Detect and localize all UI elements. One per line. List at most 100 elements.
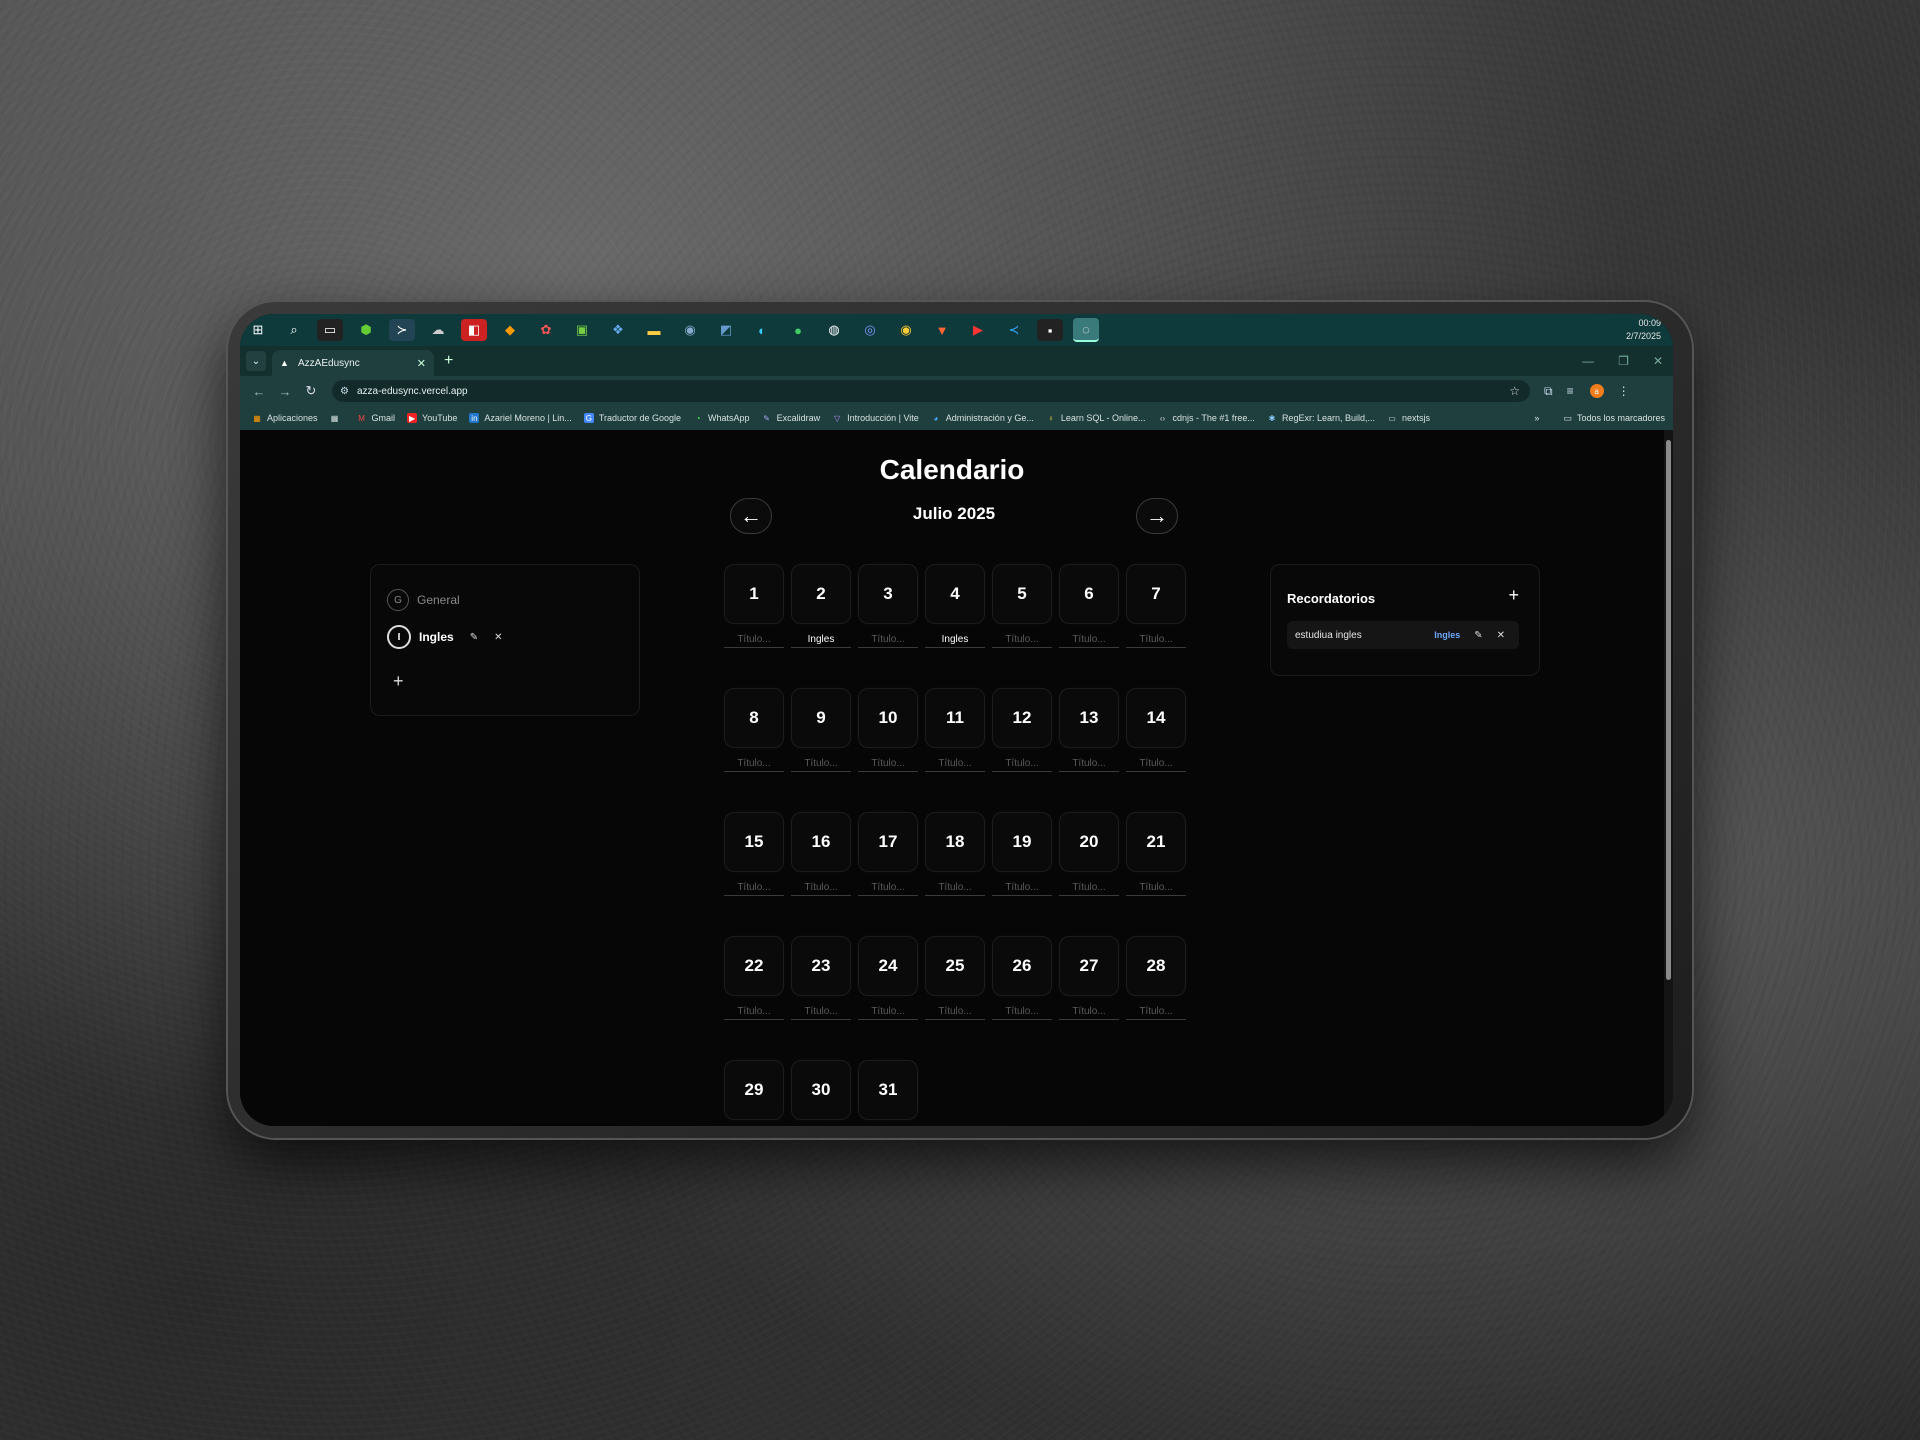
day-title-input[interactable]: Título... xyxy=(791,882,851,896)
tab-close-icon[interactable]: ✕ xyxy=(417,357,426,370)
day-number[interactable]: 14 xyxy=(1126,688,1186,748)
day-number[interactable]: 15 xyxy=(724,812,784,872)
taskbar-clock[interactable]: 00:09 2/7/2025 xyxy=(1626,317,1661,343)
bookmark-admin[interactable]: ◕ Administración y Ge... xyxy=(931,413,1033,423)
notion-icon[interactable]: ▪ xyxy=(1037,319,1063,341)
category-general[interactable]: G General xyxy=(387,589,460,611)
day-number[interactable]: 25 xyxy=(925,936,985,996)
bookmark-nextsjs[interactable]: ▭ nextsjs xyxy=(1387,413,1430,423)
youtube-icon[interactable]: ▶ xyxy=(965,319,991,341)
day-number[interactable]: 11 xyxy=(925,688,985,748)
day-title-input[interactable]: Título... xyxy=(1059,634,1119,648)
add-category-button[interactable]: + xyxy=(393,671,404,692)
day-number[interactable]: 7 xyxy=(1126,564,1186,624)
day-title-input[interactable]: Título... xyxy=(1126,882,1186,896)
day-number[interactable]: 2 xyxy=(791,564,851,624)
postgres-icon[interactable]: ◉ xyxy=(677,319,703,341)
day-title-input[interactable]: Título... xyxy=(1059,1006,1119,1020)
menu-icon[interactable]: ⋮ xyxy=(1618,384,1630,398)
git-icon[interactable]: ◆ xyxy=(497,319,523,341)
day-number[interactable]: 22 xyxy=(724,936,784,996)
app-red-icon[interactable]: ◧ xyxy=(461,319,487,341)
reload-icon[interactable]: ↻ xyxy=(304,383,318,399)
edit-reminder-icon[interactable]: ✎ xyxy=(1474,630,1482,641)
next-month-button[interactable]: → xyxy=(1136,498,1178,534)
day-title-input[interactable]: Título... xyxy=(992,1006,1052,1020)
day-number[interactable]: 1 xyxy=(724,564,784,624)
forward-icon[interactable]: → xyxy=(278,384,292,399)
bookmark-star-icon[interactable]: ☆ xyxy=(1509,384,1520,398)
day-title-input[interactable]: Título... xyxy=(925,758,985,772)
day-number[interactable]: 6 xyxy=(1059,564,1119,624)
mongodb-icon[interactable]: ● xyxy=(785,319,811,341)
vscode-icon[interactable]: ≺ xyxy=(1001,319,1027,341)
day-title-input[interactable]: Título... xyxy=(992,758,1052,772)
day-number[interactable]: 24 xyxy=(858,936,918,996)
day-title-input[interactable]: Título... xyxy=(724,1006,784,1020)
restore-icon[interactable]: ❐ xyxy=(1618,354,1629,368)
browser-tab[interactable]: ▲ AzzAEdusync ✕ xyxy=(272,350,434,376)
day-number[interactable]: 4 xyxy=(925,564,985,624)
bookmark-vite[interactable]: ▽ Introducción | Vite xyxy=(832,413,919,423)
bookmark-whatsapp[interactable]: ◔ WhatsApp xyxy=(693,413,750,423)
bookmark-tab-groups[interactable]: ▦ xyxy=(330,413,345,423)
day-number[interactable]: 20 xyxy=(1059,812,1119,872)
day-title-input[interactable]: Título... xyxy=(724,634,784,648)
bookmark-sql[interactable]: ♀ Learn SQL - Online... xyxy=(1046,413,1146,423)
day-title-input[interactable]: Título... xyxy=(992,882,1052,896)
extensions-icon[interactable]: ⧉ xyxy=(1544,384,1553,399)
site-info-icon[interactable]: ⚙ xyxy=(340,386,349,397)
day-title-input[interactable]: Título... xyxy=(925,882,985,896)
minimize-icon[interactable]: — xyxy=(1582,354,1594,368)
copilot-icon[interactable]: ❖ xyxy=(605,319,631,341)
day-title-input[interactable]: Título... xyxy=(791,1006,851,1020)
figma-icon[interactable]: ✿ xyxy=(533,319,559,341)
all-bookmarks-link[interactable]: Todos los marcadores xyxy=(1577,413,1665,423)
brave-icon[interactable]: ▼ xyxy=(929,319,955,341)
day-title-input[interactable]: Título... xyxy=(858,1006,918,1020)
day-number[interactable]: 3 xyxy=(858,564,918,624)
windows-start-icon[interactable]: ⊞ xyxy=(245,319,271,341)
day-number[interactable]: 10 xyxy=(858,688,918,748)
scrollbar-thumb[interactable] xyxy=(1666,440,1671,980)
terminal-icon[interactable]: ▭ xyxy=(317,319,343,341)
day-title-input[interactable]: Título... xyxy=(858,882,918,896)
chrome-icon[interactable]: ◉ xyxy=(893,319,919,341)
day-number[interactable]: 12 xyxy=(992,688,1052,748)
back-icon[interactable]: ← xyxy=(252,384,266,399)
media-icon[interactable]: ≡ xyxy=(1567,384,1574,398)
day-number[interactable]: 19 xyxy=(992,812,1052,872)
day-number[interactable]: 27 xyxy=(1059,936,1119,996)
day-number[interactable]: 30 xyxy=(791,1060,851,1120)
github-icon[interactable]: ◍ xyxy=(821,319,847,341)
day-title-input[interactable]: Título... xyxy=(724,882,784,896)
day-number[interactable]: 31 xyxy=(858,1060,918,1120)
delete-category-icon[interactable]: ✕ xyxy=(494,632,502,643)
day-title-input[interactable]: Título... xyxy=(1126,634,1186,648)
day-number[interactable]: 9 xyxy=(791,688,851,748)
day-title-input[interactable]: Ingles xyxy=(791,634,851,648)
day-title-input[interactable]: Título... xyxy=(791,758,851,772)
day-title-input[interactable]: Título... xyxy=(858,634,918,648)
day-title-input[interactable]: Título... xyxy=(724,758,784,772)
close-window-icon[interactable]: ✕ xyxy=(1653,354,1663,368)
bookmark-linkedin[interactable]: in Azariel Moreno | Lin... xyxy=(469,413,572,423)
tab-search-button[interactable]: ⌄ xyxy=(246,351,266,371)
add-reminder-button[interactable]: + xyxy=(1508,585,1519,606)
day-title-input[interactable]: Título... xyxy=(858,758,918,772)
day-number[interactable]: 16 xyxy=(791,812,851,872)
new-tab-button[interactable]: + xyxy=(444,352,453,370)
day-title-input[interactable]: Título... xyxy=(1059,882,1119,896)
profile-avatar[interactable]: a xyxy=(1589,384,1604,398)
day-title-input[interactable]: Título... xyxy=(1126,758,1186,772)
bookmark-translate[interactable]: G Traductor de Google xyxy=(583,413,681,423)
day-number[interactable]: 21 xyxy=(1126,812,1186,872)
day-title-input[interactable]: Ingles xyxy=(925,634,985,648)
cloud-icon[interactable]: ☁ xyxy=(425,319,451,341)
obs-icon[interactable]: ◌ xyxy=(1073,318,1099,342)
bookmark-gmail[interactable]: M Gmail xyxy=(357,413,395,423)
day-number[interactable]: 23 xyxy=(791,936,851,996)
day-number[interactable]: 26 xyxy=(992,936,1052,996)
day-number[interactable]: 5 xyxy=(992,564,1052,624)
page-scrollbar[interactable] xyxy=(1664,430,1673,1126)
